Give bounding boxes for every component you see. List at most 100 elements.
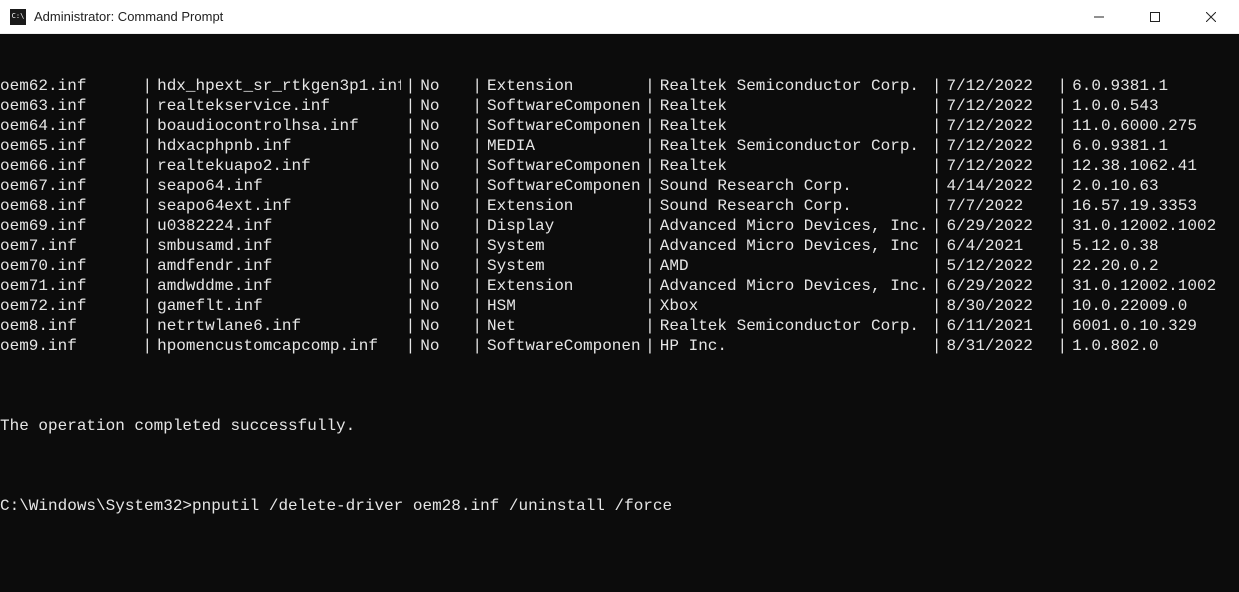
driver-class: Extension	[487, 196, 640, 216]
column-separator: |	[137, 196, 157, 216]
date: 6/29/2022	[946, 276, 1052, 296]
version: 6.0.9381.1	[1072, 76, 1239, 96]
signed: No	[420, 336, 467, 356]
column-separator: |	[467, 316, 487, 336]
driver-class: HSM	[487, 296, 640, 316]
signed: No	[420, 236, 467, 256]
signed: No	[420, 196, 467, 216]
column-separator: |	[467, 256, 487, 276]
signed: No	[420, 116, 467, 136]
driver-class: SoftwareComponent	[487, 96, 640, 116]
column-separator: |	[927, 116, 947, 136]
column-separator: |	[401, 316, 421, 336]
driver-row: oem64.inf|boaudiocontrolhsa.inf|No|Softw…	[0, 116, 1239, 136]
column-separator: |	[401, 116, 421, 136]
column-separator: |	[137, 336, 157, 356]
column-separator: |	[401, 136, 421, 156]
driver-row: oem65.inf|hdxacphpnb.inf|No|MEDIA|Realte…	[0, 136, 1239, 156]
signed: No	[420, 296, 467, 316]
driver-row: oem66.inf|realtekuapo2.inf|No|SoftwareCo…	[0, 156, 1239, 176]
column-separator: |	[137, 136, 157, 156]
version: 31.0.12002.1002	[1072, 276, 1239, 296]
date: 6/11/2021	[946, 316, 1052, 336]
driver-class: Extension	[487, 276, 640, 296]
date: 7/7/2022	[946, 196, 1052, 216]
column-separator: |	[137, 276, 157, 296]
oem-name: oem65.inf	[0, 136, 137, 156]
column-separator: |	[137, 156, 157, 176]
column-separator: |	[467, 196, 487, 216]
version: 31.0.12002.1002	[1072, 216, 1239, 236]
date: 7/12/2022	[946, 96, 1052, 116]
driver-file: amdfendr.inf	[157, 256, 400, 276]
date: 8/31/2022	[946, 336, 1052, 356]
column-separator: |	[1053, 156, 1073, 176]
prompt-line[interactable]: C:\Windows\System32>pnputil /delete-driv…	[0, 496, 1239, 516]
column-separator: |	[401, 336, 421, 356]
command-input[interactable]: pnputil /delete-driver oem28.inf /uninst…	[192, 496, 672, 516]
column-separator: |	[640, 236, 660, 256]
prompt-path: C:\Windows\System32>	[0, 496, 192, 516]
column-separator: |	[137, 96, 157, 116]
signed: No	[420, 76, 467, 96]
column-separator: |	[467, 296, 487, 316]
provider: Sound Research Corp.	[660, 196, 927, 216]
titlebar[interactable]: Administrator: Command Prompt	[0, 0, 1239, 34]
driver-row: oem71.inf|amdwddme.inf|No|Extension|Adva…	[0, 276, 1239, 296]
driver-file: seapo64.inf	[157, 176, 400, 196]
date: 5/12/2022	[946, 256, 1052, 276]
column-separator: |	[927, 216, 947, 236]
terminal-output[interactable]: oem62.inf|hdx_hpext_sr_rtkgen3p1.inf|No|…	[0, 34, 1239, 592]
driver-file: smbusamd.inf	[157, 236, 400, 256]
column-separator: |	[137, 76, 157, 96]
driver-file: netrtwlane6.inf	[157, 316, 400, 336]
column-separator: |	[927, 136, 947, 156]
column-separator: |	[927, 336, 947, 356]
oem-name: oem8.inf	[0, 316, 137, 336]
oem-name: oem64.inf	[0, 116, 137, 136]
column-separator: |	[137, 256, 157, 276]
provider: Advanced Micro Devices, Inc	[660, 236, 927, 256]
provider: Realtek Semiconductor Corp.	[660, 76, 927, 96]
driver-class: MEDIA	[487, 136, 640, 156]
provider: Advanced Micro Devices, Inc.	[660, 276, 927, 296]
status-message: The operation completed successfully.	[0, 416, 1239, 436]
provider: Xbox	[660, 296, 927, 316]
version: 16.57.19.3353	[1072, 196, 1239, 216]
column-separator: |	[927, 256, 947, 276]
driver-row: oem67.inf|seapo64.inf|No|SoftwareCompone…	[0, 176, 1239, 196]
column-separator: |	[640, 116, 660, 136]
minimize-button[interactable]	[1071, 0, 1127, 34]
driver-class: Display	[487, 216, 640, 236]
column-separator: |	[467, 176, 487, 196]
oem-name: oem62.inf	[0, 76, 137, 96]
column-separator: |	[401, 256, 421, 276]
column-separator: |	[927, 156, 947, 176]
signed: No	[420, 136, 467, 156]
driver-file: amdwddme.inf	[157, 276, 400, 296]
column-separator: |	[137, 116, 157, 136]
oem-name: oem71.inf	[0, 276, 137, 296]
column-separator: |	[1053, 116, 1073, 136]
version: 10.0.22009.0	[1072, 296, 1239, 316]
column-separator: |	[467, 216, 487, 236]
driver-row: oem68.inf|seapo64ext.inf|No|Extension|So…	[0, 196, 1239, 216]
provider: Realtek	[660, 116, 927, 136]
driver-row: oem8.inf|netrtwlane6.inf|No|Net|Realtek …	[0, 316, 1239, 336]
column-separator: |	[1053, 96, 1073, 116]
maximize-button[interactable]	[1127, 0, 1183, 34]
driver-file: hpomencustomcapcomp.inf	[157, 336, 400, 356]
column-separator: |	[401, 296, 421, 316]
column-separator: |	[401, 156, 421, 176]
signed: No	[420, 256, 467, 276]
date: 7/12/2022	[946, 116, 1052, 136]
column-separator: |	[1053, 196, 1073, 216]
oem-name: oem68.inf	[0, 196, 137, 216]
version: 12.38.1062.41	[1072, 156, 1239, 176]
column-separator: |	[137, 236, 157, 256]
version: 6.0.9381.1	[1072, 136, 1239, 156]
version: 1.0.802.0	[1072, 336, 1239, 356]
column-separator: |	[1053, 296, 1073, 316]
column-separator: |	[137, 316, 157, 336]
close-button[interactable]	[1183, 0, 1239, 34]
